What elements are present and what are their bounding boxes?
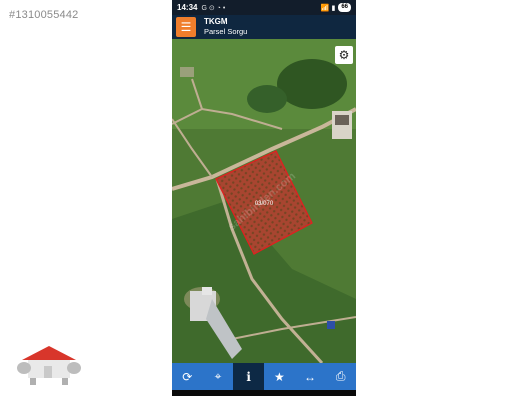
gear-icon: ⚙ (338, 48, 350, 62)
refresh-icon: ⟳ (182, 369, 193, 384)
measure-button[interactable]: ↔ (295, 363, 326, 390)
locate-icon: ⌖ (214, 369, 222, 383)
info-icon: i (246, 369, 251, 384)
building (202, 287, 212, 295)
hamburger-menu-button[interactable]: ☰ (176, 17, 196, 37)
star-button[interactable]: ★ (264, 363, 295, 390)
star-icon: ★ (273, 369, 285, 384)
app-titles: TKGM Parsel Sorgu (204, 17, 247, 37)
satellite-map[interactable]: 03/070 sahibinden.com (172, 39, 356, 363)
bottom-toolbar: ⟳ ⌖ i ★ ↔ ⎙ (172, 363, 356, 390)
tree-cluster (247, 85, 287, 113)
signal-icon: 📶 ▮ (320, 4, 336, 12)
tree-cluster (277, 59, 347, 109)
structure (180, 67, 194, 77)
map-canvas[interactable]: 03/070 sahibinden.com (172, 39, 356, 363)
structure (327, 321, 335, 329)
battery-icon: 66 (338, 3, 351, 12)
phone-screen: 14:34 G ⊙ ◔ • 📶 ▮ 66 ☰ TKGM Parsel Sorgu (172, 0, 356, 396)
status-icons: G ⊙ ◔ • (201, 4, 226, 12)
house-logo (17, 346, 81, 385)
print-icon: ⎙ (335, 369, 346, 383)
hamburger-icon: ☰ (180, 20, 192, 34)
app-header: ☰ TKGM Parsel Sorgu (172, 15, 356, 39)
listing-id: #1310055442 (9, 9, 79, 21)
layers-button[interactable]: ⚙ (335, 46, 353, 64)
building-roof (335, 115, 349, 125)
print-button[interactable]: ⎙ (325, 363, 356, 390)
status-bar: 14:34 G ⊙ ◔ • 📶 ▮ 66 (172, 0, 356, 15)
app-title: TKGM (204, 17, 228, 26)
info-button[interactable]: i (233, 363, 265, 390)
refresh-button[interactable]: ⟳ (172, 363, 203, 390)
system-nav-bar (172, 390, 356, 396)
status-time: 14:34 (177, 3, 198, 12)
locate-button[interactable]: ⌖ (203, 363, 234, 390)
measure-icon: ↔ (304, 369, 317, 384)
app-subtitle: Parsel Sorgu (204, 27, 248, 36)
